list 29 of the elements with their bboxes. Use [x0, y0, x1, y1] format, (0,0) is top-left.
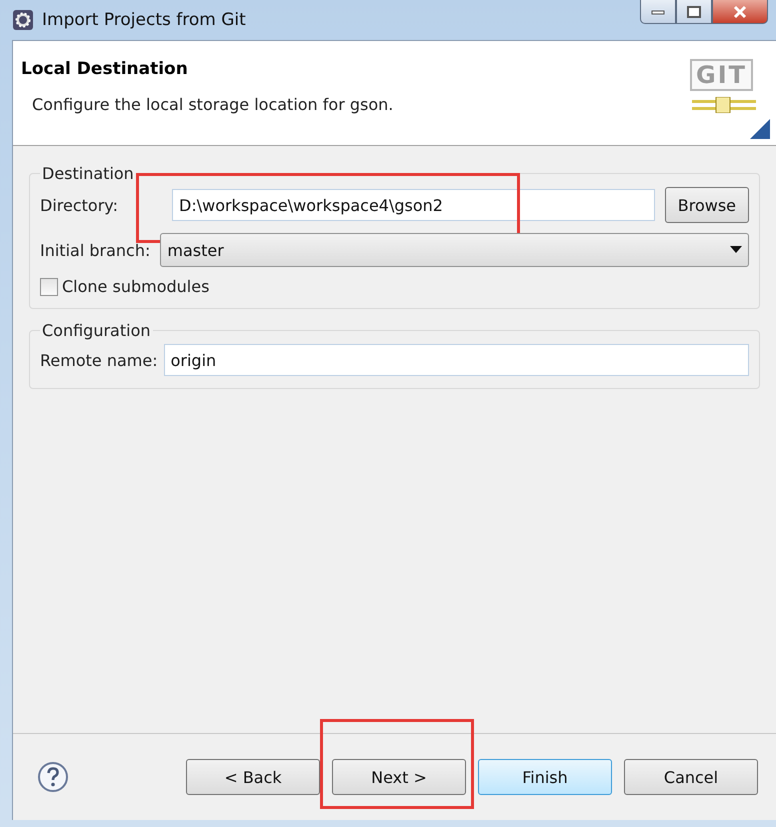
git-logo: GIT [690, 59, 753, 91]
dropdown-arrow-icon [730, 246, 742, 254]
close-icon [732, 4, 748, 18]
window-title: Import Projects from Git [42, 10, 246, 30]
help-icon[interactable] [37, 761, 69, 793]
page-description: Configure the local storage location for gson. [31, 95, 394, 114]
clone-submodules-checkbox[interactable]: Clone submodules [40, 277, 749, 296]
minimize-button[interactable] [640, 0, 676, 24]
field-label: Directory: [40, 196, 119, 214]
slider-icon [692, 97, 756, 113]
dialog-button[interactable]: Cancel [624, 759, 758, 795]
remote-name-field[interactable]: origin [164, 344, 749, 376]
maximize-button[interactable] [676, 0, 712, 24]
dialog-button[interactable]: Finish [478, 759, 612, 795]
field-label: Initial branch: [40, 240, 150, 260]
browse-button[interactable]: Browse [664, 187, 749, 223]
page-title: Local Destination [21, 59, 189, 79]
corner-icon [750, 119, 770, 139]
close-button[interactable] [712, 0, 768, 24]
group-legend: Configuration [40, 321, 153, 340]
group-legend: Destination [40, 164, 136, 183]
minimize-icon [651, 8, 665, 14]
dialog-button[interactable]: < Back [186, 759, 320, 795]
branch-dropdown[interactable]: master [160, 233, 749, 267]
field-label: Remote name: [40, 350, 158, 370]
directory-field[interactable]: D:\workspace\workspace4\gson2 [172, 189, 655, 221]
app-icon [12, 9, 34, 31]
maximize-icon [687, 6, 701, 18]
dialog-button[interactable]: Next > [332, 759, 466, 795]
